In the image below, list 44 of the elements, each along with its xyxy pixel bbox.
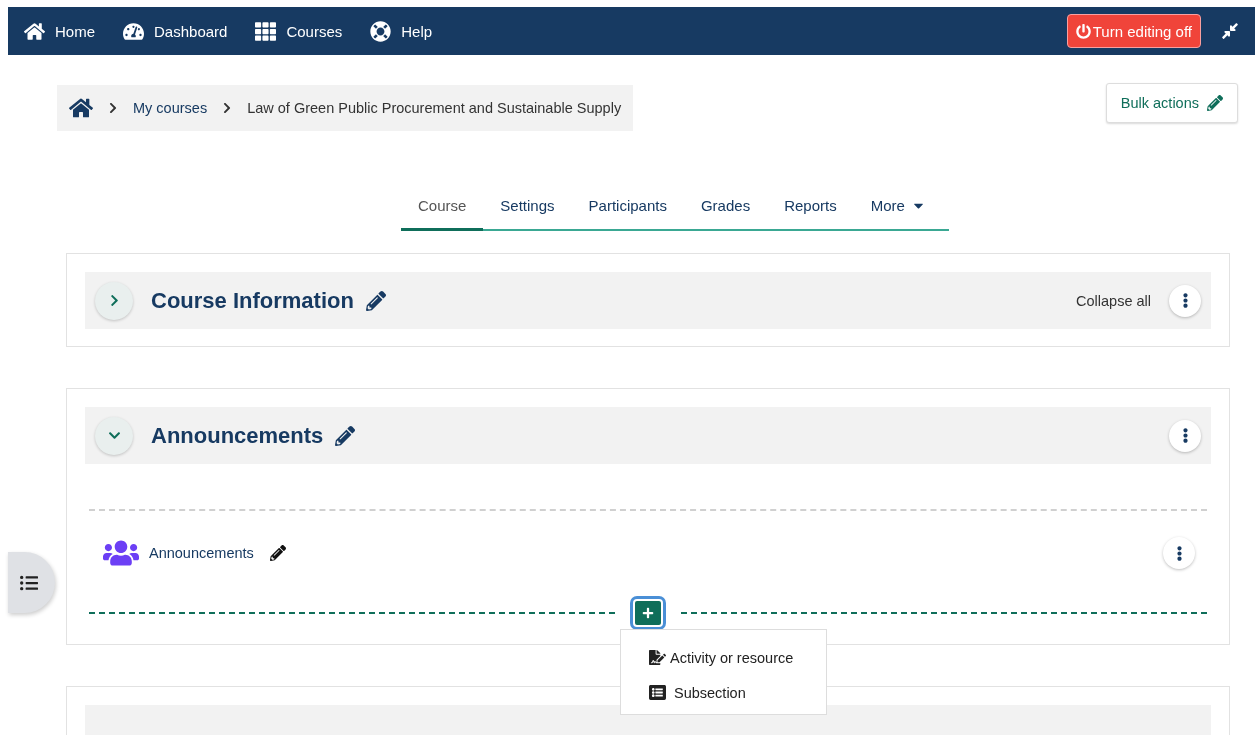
course-tab[interactable]: Course — [401, 187, 484, 231]
breadcrumb-link[interactable]: My courses — [133, 100, 208, 116]
nav-link[interactable]: Home — [24, 20, 95, 42]
more-options-button[interactable] — [1169, 284, 1201, 317]
document-pen-icon — [649, 649, 666, 666]
bulk-actions-button[interactable]: Bulk actions — [1105, 83, 1238, 123]
course-tab[interactable]: Reports — [767, 187, 854, 231]
pencil-icon[interactable] — [269, 545, 286, 561]
home-icon — [24, 20, 45, 42]
compress-icon[interactable] — [1221, 22, 1239, 40]
plus-icon — [642, 607, 654, 619]
activity-link[interactable]: Announcements — [149, 545, 254, 561]
course-index-toggle[interactable] — [8, 552, 55, 613]
chevron-down-icon — [107, 429, 121, 442]
grid-icon — [255, 20, 277, 42]
pencil-icon — [1207, 95, 1223, 111]
course-tab[interactable]: More — [853, 187, 943, 231]
menu-item[interactable]: Subsection — [621, 675, 826, 710]
section-toggle-button[interactable] — [95, 416, 133, 455]
pencil-icon[interactable] — [365, 290, 386, 311]
list-icon — [649, 684, 666, 701]
nav-link[interactable]: Help — [370, 20, 433, 42]
more-options-button[interactable] — [1163, 537, 1195, 569]
nav-link[interactable]: Dashboard — [123, 20, 228, 42]
lifebuoy-icon — [370, 20, 392, 42]
home-icon[interactable] — [69, 96, 93, 120]
menu-item[interactable]: Activity or resource — [621, 640, 826, 675]
chevron-right-icon — [107, 102, 119, 114]
list-icon — [19, 573, 38, 592]
more-options-button[interactable] — [1169, 419, 1201, 452]
course-tab[interactable]: Settings — [483, 187, 572, 231]
section-toggle-button[interactable] — [95, 281, 133, 320]
course-tab[interactable]: Participants — [571, 187, 684, 231]
breadcrumb-link[interactable]: Law of Green Public Procurement and Sustainable Supply — [247, 100, 622, 116]
section-title: Course Information — [151, 287, 354, 314]
add-button[interactable] — [633, 599, 663, 627]
section-title: Announcements — [151, 422, 324, 449]
pencil-icon[interactable] — [335, 425, 356, 446]
nav-link[interactable]: Courses — [255, 20, 343, 42]
gauge-icon — [123, 20, 144, 42]
collapse-all-link[interactable]: Collapse all — [1076, 292, 1151, 309]
power-icon — [1075, 23, 1091, 39]
course-tab[interactable]: Grades — [683, 187, 768, 231]
edit-mode-button[interactable]: Turn editing off — [1066, 14, 1201, 48]
